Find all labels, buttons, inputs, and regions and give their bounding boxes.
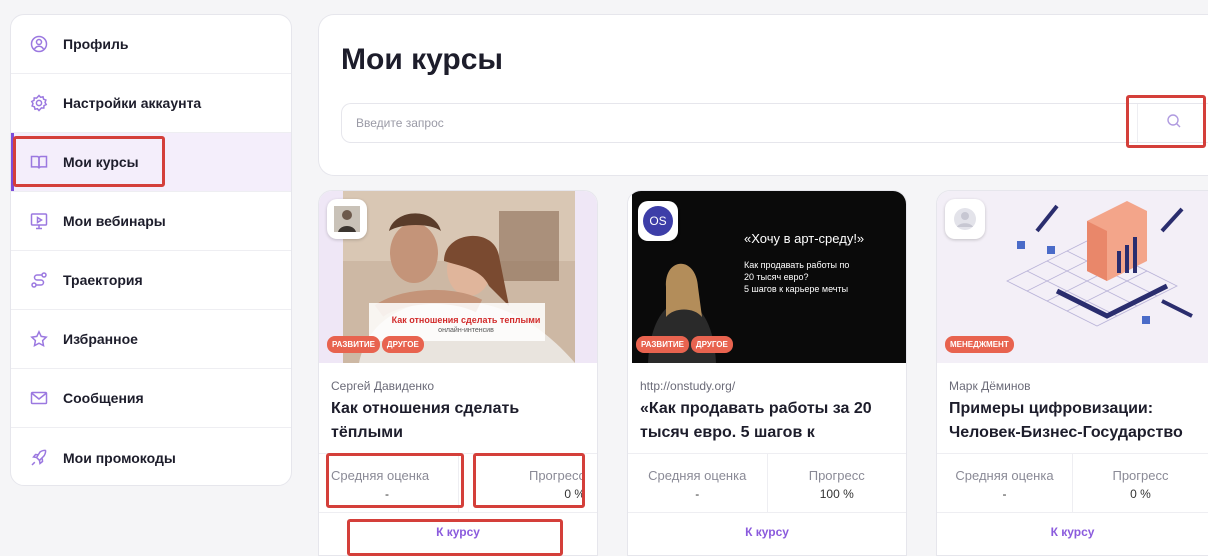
course-tags: РАЗВИТИЕ ДРУГОЕ (327, 336, 424, 353)
mail-icon (29, 388, 49, 408)
sidebar-item-label: Траектория (63, 272, 143, 288)
rating-label: Средняя оценка (331, 468, 430, 483)
presentation-icon (29, 211, 49, 231)
go-to-course-button[interactable]: К курсу (937, 525, 1208, 539)
sidebar-item-label: Сообщения (63, 390, 144, 406)
course-stats: Средняя оценка - Прогресс 0 % (937, 453, 1208, 513)
progress-label: Прогресс (1112, 468, 1169, 483)
sidebar-item-trajectory[interactable]: Траектория (11, 251, 291, 310)
course-tags: РАЗВИТИЕ ДРУГОЕ (636, 336, 733, 353)
rocket-icon (29, 448, 49, 468)
go-to-course-button[interactable]: К курсу (628, 525, 906, 539)
author-avatar (945, 199, 985, 239)
progress-value: 0 % (564, 487, 585, 501)
rating-label: Средняя оценка (955, 468, 1054, 483)
progress-stat: Прогресс 0 % (457, 454, 598, 512)
progress-value: 0 % (1130, 487, 1151, 501)
rating-stat: Средняя оценка - (937, 454, 1072, 512)
course-card[interactable]: Как отношения сделать теплыми онлайн-инт… (318, 190, 598, 556)
course-stats: Средняя оценка - Прогресс 100 % (628, 453, 906, 513)
course-author: Сергей Давиденко (331, 379, 435, 393)
course-title: «Как продавать работы за 20 тысяч евро. … (640, 400, 872, 441)
progress-stat: Прогресс 0 % (1072, 454, 1208, 512)
search-button[interactable] (1137, 104, 1208, 142)
sidebar-item-label: Профиль (63, 36, 129, 52)
rating-value: - (1002, 487, 1007, 501)
cover-line: 5 шагов к карьере мечты (744, 284, 849, 294)
sidebar-item-settings[interactable]: Настройки аккаунта (11, 74, 291, 133)
search-bar (341, 103, 1208, 143)
sidebar-item-label: Мои курсы (63, 154, 139, 170)
sidebar-item-label: Мои промокоды (63, 449, 176, 466)
sidebar-item-favorites[interactable]: Избранное (11, 310, 291, 369)
rating-value: - (695, 487, 700, 501)
rating-stat: Средняя оценка - (319, 454, 458, 512)
course-title: Примеры цифровизации: Человек-Бизнес-Гос… (949, 400, 1183, 441)
course-tags: МЕНЕДЖМЕНТ (945, 336, 1014, 353)
cover-line: 20 тысяч евро? (744, 272, 809, 282)
sidebar-item-webinars[interactable]: Мои вебинары (11, 192, 291, 251)
star-icon (29, 329, 49, 349)
search-icon (1166, 113, 1182, 134)
rating-value: - (385, 487, 389, 501)
courses-header-card: Мои курсы (318, 14, 1208, 176)
page-title: Мои курсы (341, 43, 504, 76)
course-tag: РАЗВИТИЕ (636, 336, 689, 353)
book-icon (29, 152, 49, 172)
author-avatar: OS (638, 201, 678, 241)
sidebar-item-label: Избранное (63, 331, 138, 347)
author-avatar (327, 199, 367, 239)
progress-value: 100 % (819, 487, 854, 501)
progress-stat: Прогресс 100 % (766, 454, 907, 512)
sidebar-item-my-courses[interactable]: Мои курсы (11, 133, 291, 192)
route-icon (29, 270, 49, 290)
os-logo: OS (643, 206, 673, 236)
course-tag: РАЗВИТИЕ (327, 336, 380, 353)
course-title: Как отношения сделать тёплыми (331, 400, 520, 441)
course-cover-image: Как отношения сделать теплыми онлайн-инт… (319, 191, 597, 363)
course-cover-image: МЕНЕДЖМЕНТ (937, 191, 1208, 363)
sidebar-item-label: Мои вебинары (63, 213, 166, 229)
progress-label: Прогресс (528, 468, 585, 483)
rating-label: Средняя оценка (648, 468, 747, 483)
cover-line: Как продавать работы по (744, 260, 850, 270)
sidebar-item-profile[interactable]: Профиль (11, 15, 291, 74)
course-author: Марк Дёминов (949, 379, 1031, 393)
go-to-course-button[interactable]: К курсу (319, 525, 597, 539)
cover-lines: Как продавать работы по 20 тысяч евро? 5… (744, 259, 849, 295)
course-author: http://onstudy.org/ (640, 379, 736, 393)
progress-label: Прогресс (808, 468, 865, 483)
search-input[interactable] (342, 104, 1102, 142)
course-tag: ДРУГОЕ (381, 336, 424, 353)
course-card[interactable]: OS «Хочу в арт-среду!» Как продавать раб… (627, 190, 907, 556)
course-tag: ДРУГОЕ (690, 336, 733, 353)
sidebar-item-label: Настройки аккаунта (63, 95, 202, 111)
user-circle-icon (29, 34, 49, 54)
gear-icon (29, 93, 49, 113)
sidebar-item-promocodes[interactable]: Мои промокоды (11, 428, 291, 485)
course-card[interactable]: МЕНЕДЖМЕНТ Марк Дёминов Примеры цифровиз… (936, 190, 1208, 556)
course-tag: МЕНЕДЖМЕНТ (945, 336, 1014, 353)
rating-stat: Средняя оценка - (628, 454, 767, 512)
sidebar-item-messages[interactable]: Сообщения (11, 369, 291, 428)
cover-subcaption: онлайн-интенсив (438, 327, 494, 334)
cover-heading: «Хочу в арт-среду!» (744, 231, 865, 246)
sidebar: Профиль Настройки аккаунта Мои курсы Мои… (10, 14, 292, 486)
course-stats: Средняя оценка - Прогресс 0 % (319, 453, 597, 513)
cover-caption: Как отношения сделать теплыми (391, 315, 541, 325)
course-cover-image: OS «Хочу в арт-среду!» Как продавать раб… (628, 191, 906, 363)
